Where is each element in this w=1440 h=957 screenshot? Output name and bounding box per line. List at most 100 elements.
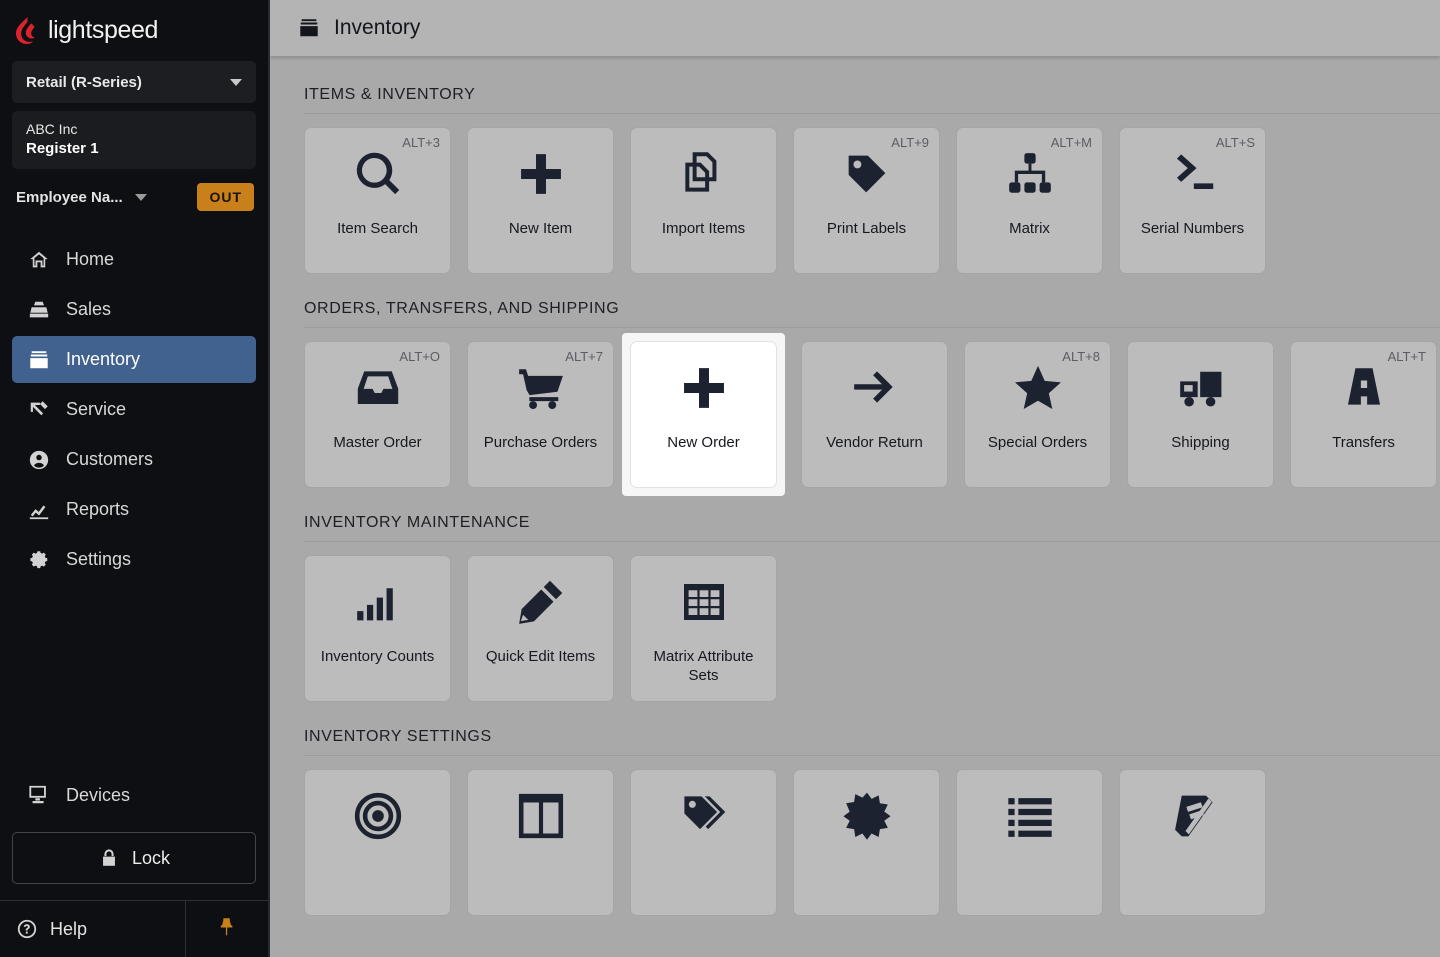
- tile-shipping[interactable]: Shipping: [1127, 341, 1274, 488]
- tile-settings-1[interactable]: [304, 769, 451, 916]
- series-selector-label: Retail (R-Series): [26, 73, 142, 91]
- sidebar-item-settings[interactable]: Settings: [12, 536, 256, 583]
- section-title: ITEMS & INVENTORY: [304, 86, 476, 103]
- sidebar-item-inventory[interactable]: Inventory: [12, 336, 256, 383]
- tile-shortcut: ALT+T: [1387, 349, 1426, 364]
- inventory-box-icon: [28, 349, 50, 371]
- brand-logo: lightspeed: [0, 0, 268, 55]
- section-orders-transfers-shipping: ORDERS, TRANSFERS, AND SHIPPING ALT+O Ma…: [304, 300, 1440, 496]
- tile-settings-2[interactable]: [467, 769, 614, 916]
- lock-button[interactable]: Lock: [12, 832, 256, 884]
- plus-icon: [631, 342, 776, 434]
- register-name: Register 1: [26, 140, 99, 157]
- question-circle-icon: [16, 918, 38, 940]
- tile-row: Inventory Counts Quick Edit Items Matrix…: [304, 555, 1440, 702]
- tile-vendor-return[interactable]: Vendor Return: [801, 341, 948, 488]
- pushpin-icon: [216, 916, 238, 943]
- tile-shortcut: ALT+3: [402, 135, 440, 150]
- arrow-right-icon: [802, 342, 947, 434]
- tile-matrix[interactable]: ALT+M Matrix: [956, 127, 1103, 274]
- tile-label: Purchase Orders: [483, 434, 598, 451]
- lock-button-label: Lock: [131, 847, 171, 868]
- tile-label: New Item: [508, 220, 573, 237]
- sidebar-nav: Home Sales Inventory Service Customers R…: [0, 233, 268, 586]
- tile-master-order[interactable]: ALT+O Master Order: [304, 341, 451, 488]
- copy-documents-icon: [631, 128, 776, 220]
- section-items-inventory: ITEMS & INVENTORY ALT+3 Item Search New …: [304, 86, 1440, 274]
- store-info: ABC Inc Register 1: [12, 111, 256, 169]
- pin-button[interactable]: [186, 901, 268, 957]
- content: ITEMS & INVENTORY ALT+3 Item Search New …: [270, 56, 1440, 957]
- sidebar-item-devices[interactable]: Devices: [0, 772, 268, 818]
- sidebar-footer: Help: [0, 900, 268, 957]
- main-area: Inventory ITEMS & INVENTORY ALT+3 Item S…: [270, 0, 1440, 957]
- section-divider: [304, 755, 1440, 756]
- help-button[interactable]: Help: [0, 901, 186, 957]
- bar-chart-icon: [305, 556, 450, 648]
- tile-serial-numbers[interactable]: ALT+S Serial Numbers: [1119, 127, 1266, 274]
- tile-label: Serial Numbers: [1140, 220, 1245, 237]
- tile-item-search[interactable]: ALT+3 Item Search: [304, 127, 451, 274]
- clock-out-badge[interactable]: OUT: [197, 183, 254, 211]
- page-title: Inventory: [334, 16, 421, 39]
- sidebar-item-label: Service: [66, 399, 127, 419]
- tile-row: ALT+O Master Order ALT+7 Purchase Orders: [304, 333, 1440, 496]
- tile-quick-edit-items[interactable]: Quick Edit Items: [467, 555, 614, 702]
- columns-icon: [468, 770, 613, 862]
- tile-label: Matrix Attribute Sets: [653, 648, 754, 684]
- tile-settings-4[interactable]: [793, 769, 940, 916]
- gear-icon: [28, 549, 50, 571]
- tile-label: Matrix: [1009, 220, 1050, 237]
- series-selector[interactable]: Retail (R-Series): [12, 61, 256, 103]
- brand-name: lightspeed: [48, 16, 158, 44]
- sidebar-item-reports[interactable]: Reports: [12, 486, 256, 533]
- tile-shortcut: ALT+9: [891, 135, 929, 150]
- section-divider: [304, 541, 1440, 542]
- tile-new-item[interactable]: New Item: [467, 127, 614, 274]
- tile-row: [304, 769, 1440, 916]
- tile-settings-5[interactable]: [956, 769, 1103, 916]
- sidebar-item-service[interactable]: Service: [12, 386, 256, 433]
- tile-inventory-counts[interactable]: Inventory Counts: [304, 555, 451, 702]
- tile-special-orders[interactable]: ALT+8 Special Orders: [964, 341, 1111, 488]
- tile-label: Master Order: [333, 434, 422, 451]
- sidebar-item-label: Home: [66, 249, 115, 269]
- tile-settings-3[interactable]: [630, 769, 777, 916]
- tile-purchase-orders[interactable]: ALT+7 Purchase Orders: [467, 341, 614, 488]
- tile-label: Special Orders: [987, 434, 1088, 451]
- sidebar-item-sales[interactable]: Sales: [12, 286, 256, 333]
- sidebar-item-customers[interactable]: Customers: [12, 436, 256, 483]
- register-icon: [28, 299, 50, 321]
- tile-settings-6[interactable]: [1119, 769, 1266, 916]
- burst-icon: [794, 770, 939, 862]
- employee-name[interactable]: Employee Na...: [16, 189, 123, 206]
- tile-shortcut: ALT+M: [1050, 135, 1092, 150]
- monitor-icon: [28, 784, 50, 806]
- tile-transfers[interactable]: ALT+T Transfers: [1290, 341, 1437, 488]
- chevron-down-icon[interactable]: [134, 193, 147, 201]
- tile-new-order-focus-ring: New Order: [622, 333, 785, 496]
- section-inventory-settings: INVENTORY SETTINGS: [304, 728, 1440, 916]
- sidebar-item-label: Inventory: [66, 349, 141, 369]
- tile-label: Import Items: [661, 220, 746, 237]
- tile-shortcut: ALT+8: [1062, 349, 1100, 364]
- chart-line-icon: [28, 499, 50, 521]
- sidebar-item-label: Sales: [66, 299, 112, 319]
- sidebar-item-label: Reports: [66, 499, 130, 519]
- tile-new-order[interactable]: New Order: [630, 341, 777, 488]
- tile-label: New Order: [667, 434, 740, 451]
- sidebar-item-label: Devices: [66, 784, 131, 805]
- delivery-truck-icon: [1128, 342, 1273, 434]
- sidebar-item-home[interactable]: Home: [12, 236, 256, 283]
- tags-icon: [631, 770, 776, 862]
- tile-shortcut: ALT+O: [399, 349, 440, 364]
- tile-label: Quick Edit Items: [485, 648, 596, 665]
- tile-import-items[interactable]: Import Items: [630, 127, 777, 274]
- app-root: lightspeed Retail (R-Series) ABC Inc Reg…: [0, 0, 1440, 957]
- bullet-list-icon: [957, 770, 1102, 862]
- plus-icon: [468, 128, 613, 220]
- sidebar: lightspeed Retail (R-Series) ABC Inc Reg…: [0, 0, 270, 957]
- tile-print-labels[interactable]: ALT+9 Print Labels: [793, 127, 940, 274]
- tile-matrix-attribute-sets[interactable]: Matrix Attribute Sets: [630, 555, 777, 702]
- book-icon: [1120, 770, 1265, 862]
